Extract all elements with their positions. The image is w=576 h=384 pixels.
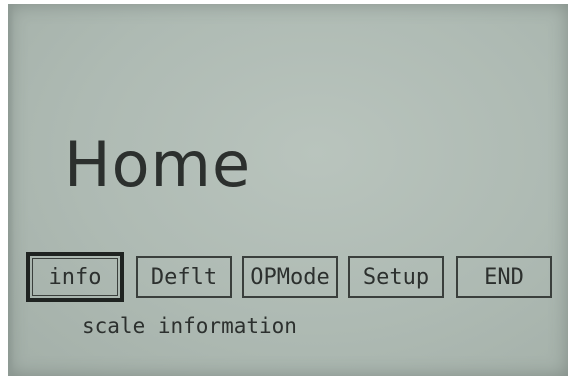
softkey-label: Deflt: [150, 264, 218, 290]
softkey-bar: info Deflt OPMode Setup END: [24, 252, 554, 302]
lcd-display: Home info Deflt OPMode Setup END scale i…: [8, 4, 568, 376]
page-title: Home: [64, 128, 252, 201]
softkey-help-text: scale information: [82, 314, 297, 338]
softkey-info[interactable]: info: [26, 252, 124, 302]
softkey-label: info: [48, 264, 102, 290]
softkey-end[interactable]: END: [456, 256, 552, 298]
softkey-label: Setup: [362, 264, 430, 290]
softkey-label: OPMode: [250, 264, 330, 290]
softkey-deflt[interactable]: Deflt: [136, 256, 232, 298]
softkey-label: END: [484, 264, 524, 290]
display-bezel-edge: [8, 4, 14, 376]
softkey-setup[interactable]: Setup: [348, 256, 444, 298]
softkey-opmode[interactable]: OPMode: [242, 256, 338, 298]
